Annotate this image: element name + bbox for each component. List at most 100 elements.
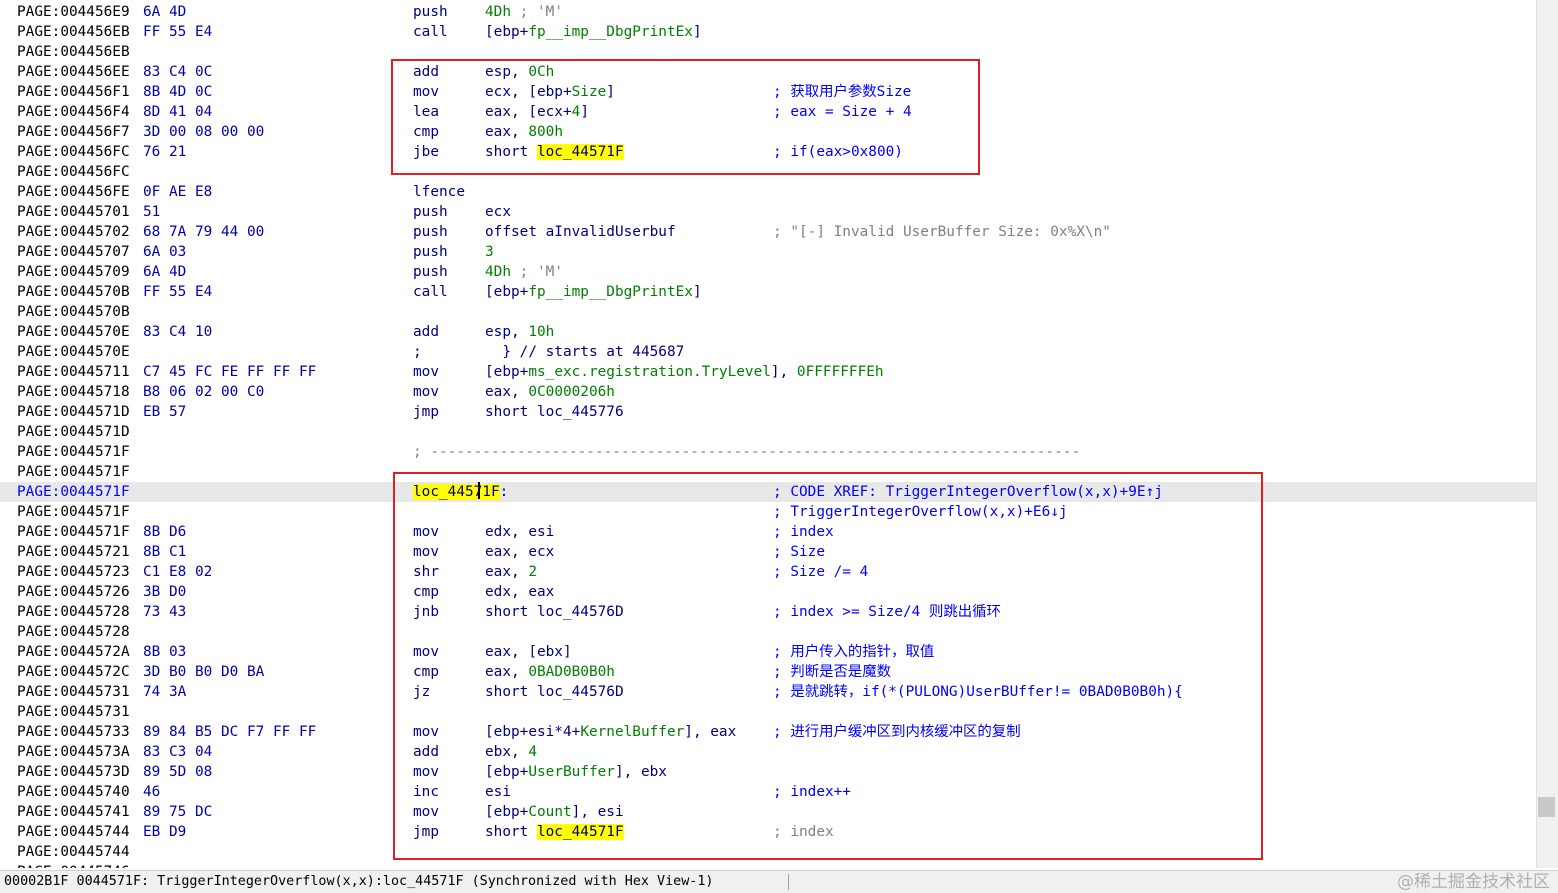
listing-row[interactable]: PAGE:00445721 8B C1 mov eax, ecx ; Size <box>0 542 1536 562</box>
listing-row[interactable]: PAGE:004456FC <box>0 162 1536 182</box>
listing-row[interactable]: PAGE:0044571D EB 57 jmp short loc_445776 <box>0 402 1536 422</box>
listing-row[interactable]: PAGE:00445733 89 84 B5 DC F7 FF FF mov [ebp… <box>0 722 1536 742</box>
row-address: PAGE:00445728 <box>17 604 130 620</box>
listing-row[interactable]: PAGE:0044570B FF 55 E4 call [ebp+fp__imp__D… <box>0 282 1536 302</box>
row-label[interactable]: loc_44571F: <box>413 482 508 502</box>
operand-text: short <box>485 144 537 160</box>
operand-number: 4Dh <box>485 4 511 20</box>
row-opcode-bytes: 6A 03 <box>143 244 187 260</box>
operand-text: eax, <box>485 664 529 680</box>
row-operands: short loc_44576D <box>485 602 624 622</box>
row-operands: eax, 0BAD0B0B0h <box>485 662 615 682</box>
row-comment: ; TriggerIntegerOverflow(x,x)+E6↓j <box>773 504 1068 520</box>
listing-row[interactable]: PAGE:0044573A 83 C3 04 add ebx, 4 <box>0 742 1536 762</box>
listing-row[interactable]: PAGE:0044570B <box>0 302 1536 322</box>
listing-row[interactable]: PAGE:0044571F ; -------------------------… <box>0 442 1536 462</box>
listing-row[interactable]: PAGE:00445728 73 43 jnb short loc_44576D ; i… <box>0 602 1536 622</box>
row-opcode-bytes: 83 C3 04 <box>143 744 213 760</box>
listing-row[interactable]: PAGE:004456EE 83 C4 0C add esp, 0Ch <box>0 62 1536 82</box>
listing-row[interactable]: PAGE:00445746 <box>0 862 1536 868</box>
operand-label-highlight[interactable]: loc_44571F <box>536 144 624 160</box>
listing-row[interactable]: PAGE:0044572A 8B 03 mov eax, [ebx] ; 用户传入的指针… <box>0 642 1536 662</box>
disassembly-listing[interactable]: PAGE:004456E9 6A 4D push 4Dh ; 'M' PAGE:0044… <box>0 0 1536 868</box>
listing-row[interactable]: PAGE:004456EB FF 55 E4 call [ebp+fp__imp__D… <box>0 22 1536 42</box>
row-comment: ; Size <box>773 544 825 560</box>
listing-row[interactable]: PAGE:0044570E 83 C4 10 add esp, 10h <box>0 322 1536 342</box>
row-opcode-bytes: 3B D0 <box>143 584 187 600</box>
listing-row[interactable]: PAGE:0044571D <box>0 422 1536 442</box>
listing-row[interactable]: PAGE:0044571F <box>0 462 1536 482</box>
vertical-scrollbar-thumb[interactable] <box>1538 797 1555 817</box>
row-operands: eax, ecx <box>485 542 554 562</box>
listing-row-current[interactable]: PAGE:0044571F loc_44571F: ; CODE XREF: Tri… <box>0 482 1536 502</box>
listing-row[interactable]: PAGE:00445718 B8 06 02 00 C0 mov eax, 0C000… <box>0 382 1536 402</box>
listing-row[interactable]: PAGE:004456FC 76 21 jbe short loc_44571F ; i… <box>0 142 1536 162</box>
row-address: PAGE:0044573A <box>17 744 130 760</box>
listing-row[interactable]: PAGE:00445711 C7 45 FC FE FF FF FF mov [ebp… <box>0 362 1536 382</box>
row-mnemonic: push <box>413 264 448 280</box>
listing-row[interactable]: PAGE:00445709 6A 4D push 4Dh ; 'M' <box>0 262 1536 282</box>
row-mnemonic: push <box>413 204 448 220</box>
label-highlight[interactable]: loc_44571F <box>413 484 500 500</box>
listing-row[interactable]: PAGE:00445741 89 75 DC mov [ebp+Count], esi <box>0 802 1536 822</box>
row-operands: 3 <box>485 242 494 262</box>
operand-text: ebx, <box>485 744 529 760</box>
listing-row[interactable]: PAGE:00445744 <box>0 842 1536 862</box>
listing-row[interactable]: PAGE:0044570E; } // starts at 445687 <box>0 342 1536 362</box>
listing-row[interactable]: PAGE:00445707 6A 03 push 3 <box>0 242 1536 262</box>
listing-row[interactable]: PAGE:00445731 74 3A jz short loc_44576D ; 是就… <box>0 682 1536 702</box>
operand-number: 4 <box>571 104 581 120</box>
listing-row[interactable]: PAGE:00445731 <box>0 702 1536 722</box>
row-address: PAGE:0044571D <box>17 424 130 440</box>
row-opcode-bytes: 6A 4D <box>143 264 187 280</box>
listing-row[interactable]: PAGE:00445723 C1 E8 02 shr eax, 2 ; Size /= … <box>0 562 1536 582</box>
listing-row[interactable]: PAGE:004456F7 3D 00 08 00 00 cmp eax, 800h <box>0 122 1536 142</box>
row-comment: ; index <box>773 824 834 840</box>
listing-row[interactable]: PAGE:004456E9 6A 4D push 4Dh ; 'M' <box>0 2 1536 22</box>
listing-row[interactable]: PAGE:0044571F ; TriggerIntegerOverflow(x,… <box>0 502 1536 522</box>
listing-row[interactable]: PAGE:004456F4 8D 41 04 lea eax, [ecx+4] ; ea… <box>0 102 1536 122</box>
row-comment: ; 进行用户缓冲区到内核缓冲区的复制 <box>773 724 1021 740</box>
row-opcode-bytes: 89 5D 08 <box>143 764 213 780</box>
row-opcode-bytes: EB 57 <box>143 404 187 420</box>
listing-row[interactable]: PAGE:0044571F 8B D6 mov edx, esi ; index <box>0 522 1536 542</box>
operand-text: [ebp+ <box>485 364 529 380</box>
operand-text: ], esi <box>571 804 624 820</box>
row-address: PAGE:0044572C <box>17 664 130 680</box>
listing-row[interactable]: PAGE:0044573D 89 5D 08 mov [ebp+UserBuffer]… <box>0 762 1536 782</box>
row-comment: ; index <box>773 524 834 540</box>
listing-row[interactable]: PAGE:00445728 <box>0 622 1536 642</box>
row-opcode-bytes: 3D 00 08 00 00 <box>143 124 265 140</box>
listing-row[interactable]: PAGE:004456F1 8B 4D 0C mov ecx, [ebp+Size];… <box>0 82 1536 102</box>
operand-text: offset aInvalidUserbuf <box>485 224 676 240</box>
listing-row[interactable]: PAGE:004456EB <box>0 42 1536 62</box>
listing-row[interactable]: PAGE:00445702 68 7A 79 44 00 push offset aI… <box>0 222 1536 242</box>
listing-row[interactable]: PAGE:0044572C 3D B0 B0 D0 BA cmp eax, 0BAD0… <box>0 662 1536 682</box>
listing-row[interactable]: PAGE:00445744 EB D9 jmp short loc_44571F ; i… <box>0 822 1536 842</box>
listing-row[interactable]: PAGE:004456FE 0F AE E8 lfence <box>0 182 1536 202</box>
row-operands: short loc_445776 <box>485 402 624 422</box>
row-address: PAGE:00445723 <box>17 564 130 580</box>
operand-label-highlight[interactable]: loc_44571F <box>536 824 624 840</box>
row-mnemonic: mov <box>413 524 439 540</box>
listing-row[interactable]: PAGE:00445740 46 inc esi ; index++ <box>0 782 1536 802</box>
row-address: PAGE:004456EE <box>17 64 130 80</box>
row-address: PAGE:00445702 <box>17 224 130 240</box>
operand-text: short <box>485 824 537 840</box>
operand-text: eax, <box>485 384 529 400</box>
operand-text: esi <box>485 784 511 800</box>
row-address: PAGE:0044571F <box>17 484 130 500</box>
operand-number: 800h <box>528 124 563 140</box>
operand-text: short loc_44576D <box>485 604 624 620</box>
operand-variable: fp__imp__DbgPrintEx <box>528 24 693 40</box>
row-mnemonic: lfence <box>413 184 465 200</box>
row-mnemonic: mov <box>413 364 439 380</box>
operand-text: ], ebx <box>614 764 667 780</box>
row-opcode-bytes: C7 45 FC FE FF FF FF <box>143 364 317 380</box>
vertical-scrollbar[interactable] <box>1536 0 1558 868</box>
listing-row[interactable]: PAGE:00445726 3B D0 cmp edx, eax <box>0 582 1536 602</box>
operand-variable: Size <box>571 84 607 100</box>
listing-row[interactable]: PAGE:00445701 51 push ecx <box>0 202 1536 222</box>
row-address: PAGE:00445731 <box>17 704 130 720</box>
operand-text: ] <box>692 24 702 40</box>
